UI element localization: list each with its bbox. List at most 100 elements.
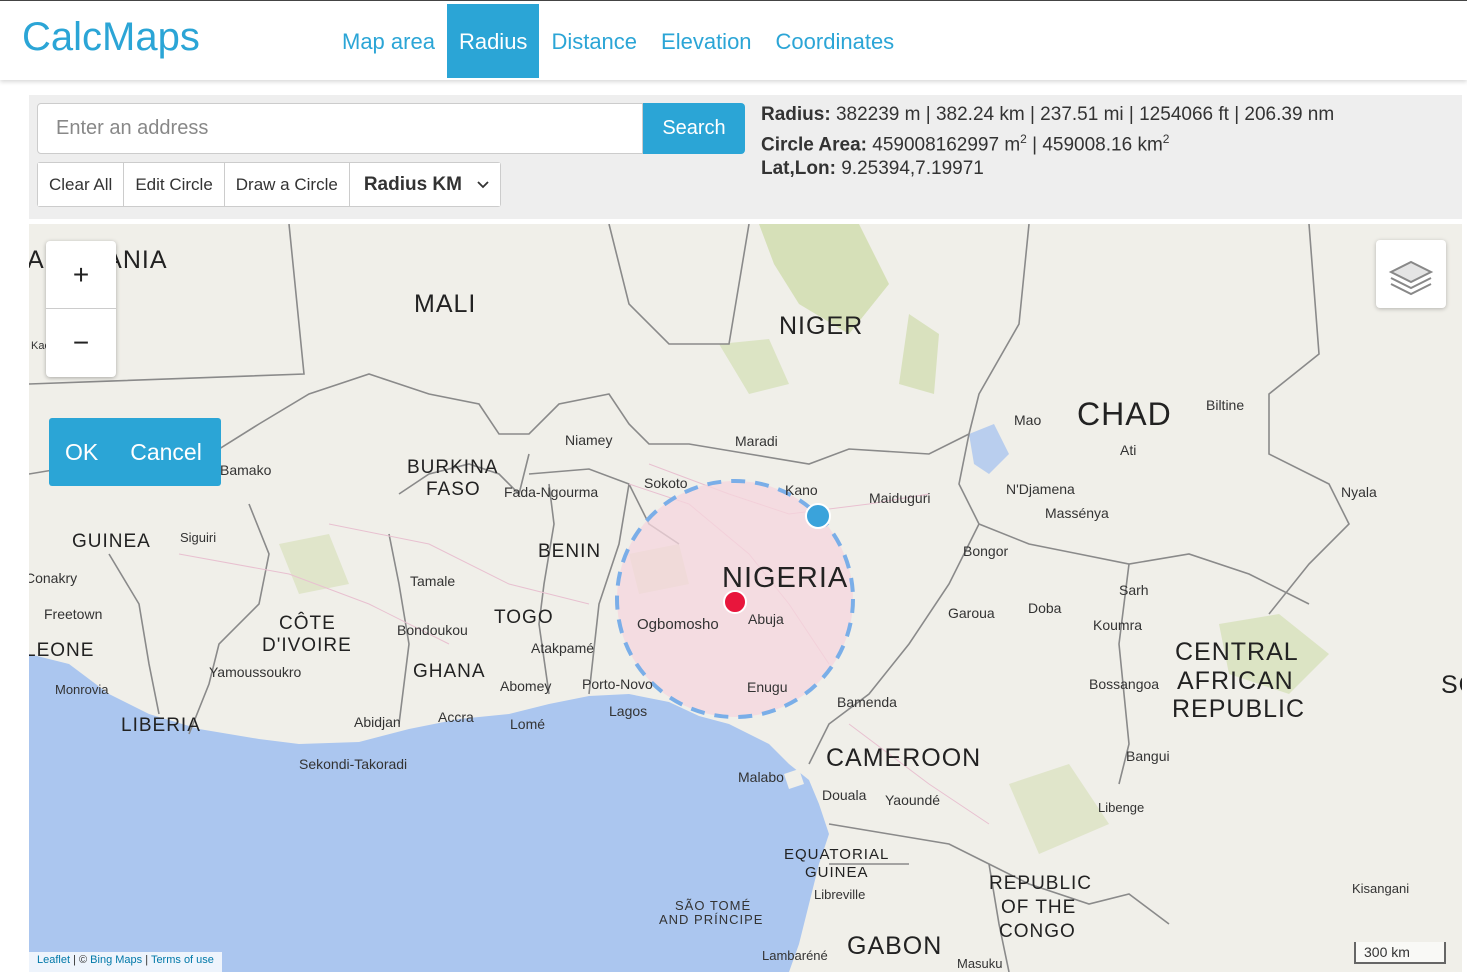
label-fada: Fada-Ngourma <box>504 484 599 500</box>
ok-button[interactable]: OK <box>65 439 98 466</box>
label-kano: Kano <box>785 482 818 498</box>
label-chad: CHAD <box>1077 396 1172 432</box>
label-abidjan: Abidjan <box>354 714 401 730</box>
label-sekondi: Sekondi-Takoradi <box>299 756 408 772</box>
label-stp-2: AND PRÍNCIPE <box>659 912 764 927</box>
label-so: SO <box>1441 671 1462 699</box>
main-nav: Map area Radius Distance Elevation Coord… <box>330 4 906 78</box>
nav-map-area[interactable]: Map area <box>330 4 447 78</box>
address-search-input[interactable] <box>37 103 643 154</box>
label-yamoussoukro: Yamoussoukro <box>209 664 302 680</box>
label-garoua: Garoua <box>948 605 995 621</box>
unit-select[interactable]: Radius KM <box>349 163 500 206</box>
label-doba: Doba <box>1028 600 1062 616</box>
bing-maps-link[interactable]: Bing Maps <box>90 954 142 966</box>
search-button[interactable]: Search <box>643 103 745 154</box>
label-yaounde: Yaoundé <box>885 792 941 808</box>
logo[interactable]: CalcMaps <box>22 15 200 60</box>
label-enugu: Enugu <box>747 679 788 695</box>
label-sokoto: Sokoto <box>644 475 688 491</box>
zoom-in-button[interactable]: + <box>46 241 116 309</box>
label-eq-guinea-1: EQUATORIAL <box>784 846 890 863</box>
label-liberia: LIBERIA <box>121 715 201 736</box>
map-canvas[interactable]: AURITANIA MALI NIGER CHAD BURKINA FASO G… <box>29 224 1462 972</box>
label-guinea: GUINEA <box>72 531 151 552</box>
cancel-button[interactable]: Cancel <box>130 439 202 466</box>
label-lambarene: Lambaréné <box>762 948 828 963</box>
label-portonovo: Porto-Novo <box>582 676 653 692</box>
nav-coordinates[interactable]: Coordinates <box>764 4 907 78</box>
label-kisangani: Kisangani <box>1352 881 1410 896</box>
label-freetown: Freetown <box>44 606 103 622</box>
label-accra: Accra <box>438 709 474 725</box>
edit-actions: OK Cancel <box>49 418 221 486</box>
label-mali: MALI <box>414 290 477 318</box>
label-abuja: Abuja <box>748 611 784 627</box>
layers-button[interactable] <box>1376 240 1446 308</box>
label-lome: Lomé <box>510 716 546 732</box>
leaflet-link[interactable]: Leaflet <box>37 954 70 966</box>
label-car-2: AFRICAN <box>1177 667 1294 695</box>
label-lagos: Lagos <box>609 703 648 719</box>
label-malabo: Malabo <box>738 769 784 785</box>
scale-bar: 300 km <box>1354 942 1446 964</box>
radius-line: Radius: 382239 m | 382.24 km | 237.51 mi… <box>761 104 1335 125</box>
label-tamale: Tamale <box>410 573 456 589</box>
label-libenge: Libenge <box>1098 800 1145 815</box>
label-bamako: Bamako <box>220 462 272 478</box>
label-maiduguri: Maiduguri <box>869 490 931 506</box>
label-stp-1: SÃO TOMÉ <box>675 898 752 913</box>
toolbar-panel: Search Clear All Edit Circle Draw a Circ… <box>29 95 1462 219</box>
label-maradi: Maradi <box>735 433 778 449</box>
label-conakry: Conakry <box>29 570 78 586</box>
zoom-out-button[interactable]: − <box>46 309 116 377</box>
chevron-down-icon <box>476 163 490 223</box>
nav-distance[interactable]: Distance <box>539 4 649 78</box>
clear-all-button[interactable]: Clear All <box>38 163 125 206</box>
label-togo: TOGO <box>494 607 554 628</box>
header: CalcMaps Map area Radius Distance Elevat… <box>0 0 1467 80</box>
nav-radius[interactable]: Radius <box>446 4 540 78</box>
label-ndjamena: N'Djamena <box>1006 481 1075 497</box>
label-cameroon: CAMEROON <box>826 744 982 772</box>
label-nyala: Nyala <box>1341 484 1377 500</box>
area-line: Circle Area: 459008162997 m2 | 459008.16… <box>761 132 1170 156</box>
label-bossangoa: Bossangoa <box>1089 676 1160 692</box>
label-biltine: Biltine <box>1206 397 1245 413</box>
label-sarh: Sarh <box>1119 582 1149 598</box>
circle-edge-handle[interactable] <box>805 503 831 529</box>
label-bongor: Bongor <box>963 543 1009 559</box>
zoom-control: + − <box>46 241 116 377</box>
latlon-line: Lat,Lon: 9.25394,7.19971 <box>761 158 984 180</box>
map-attribution: Leaflet | © Bing Maps | Terms of use <box>29 952 222 972</box>
label-benin: BENIN <box>538 541 602 562</box>
label-bamenda: Bamenda <box>837 694 897 710</box>
label-ogbomosho: Ogbomosho <box>637 616 719 633</box>
label-eq-guinea-2: GUINEA <box>805 864 869 881</box>
nav-elevation[interactable]: Elevation <box>649 4 764 78</box>
label-niger: NIGER <box>779 312 864 340</box>
draw-circle-button[interactable]: Draw a Circle <box>224 163 350 206</box>
label-car-3: REPUBLIC <box>1172 695 1306 723</box>
unit-select-value: Radius KM <box>363 174 462 195</box>
circle-tools: Clear All Edit Circle Draw a Circle Radi… <box>37 162 501 207</box>
label-nigeria: NIGERIA <box>722 562 849 594</box>
label-monrovia: Monrovia <box>55 682 109 697</box>
label-faso: FASO <box>426 479 481 500</box>
circle-info: Radius: 382239 m | 382.24 km | 237.51 mi… <box>761 103 1334 181</box>
label-gabon: GABON <box>847 932 943 960</box>
label-mao: Mao <box>1014 412 1042 428</box>
label-bondoukou: Bondoukou <box>397 622 468 638</box>
label-leone: LEONE <box>29 640 95 661</box>
label-divoire: D'IVOIRE <box>262 635 352 656</box>
label-ati: Ati <box>1120 442 1137 458</box>
label-niamey: Niamey <box>565 432 613 448</box>
label-koumra: Koumra <box>1093 617 1143 633</box>
terms-of-use-link[interactable]: Terms of use <box>151 954 214 966</box>
label-atakpame: Atakpamé <box>531 640 595 656</box>
label-ghana: GHANA <box>413 661 486 682</box>
label-car-1: CENTRAL <box>1175 638 1299 666</box>
edit-circle-button[interactable]: Edit Circle <box>124 163 225 206</box>
label-masuku: Masuku <box>957 956 1003 971</box>
label-abomey: Abomey <box>500 678 552 694</box>
